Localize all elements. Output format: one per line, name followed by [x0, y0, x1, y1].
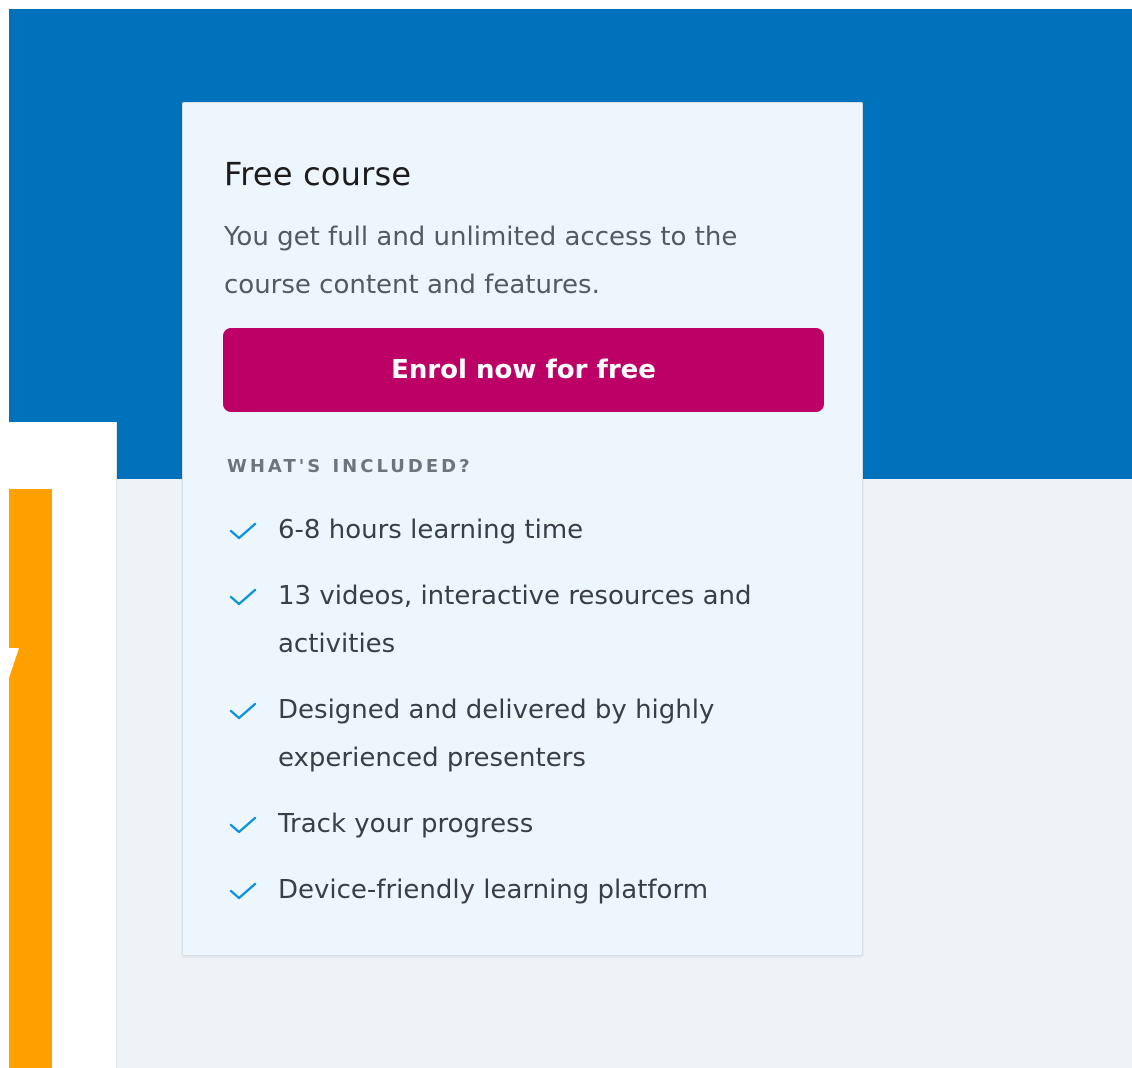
feature-text: 6-8 hours learning time — [278, 515, 584, 545]
page: Free course You get full and unlimited a… — [0, 0, 1132, 1068]
course-image-notch — [9, 648, 19, 678]
feature-item: Track your progress — [223, 800, 823, 848]
check-icon — [229, 816, 257, 834]
card-title: Free course — [224, 155, 412, 193]
feature-item: Device-friendly learning platform — [223, 866, 823, 914]
feature-text: 13 videos, interactive resources and act… — [278, 581, 752, 659]
check-icon — [229, 522, 257, 540]
feature-text: Track your progress — [278, 809, 534, 839]
feature-text: Device-friendly learning platform — [278, 875, 709, 905]
feature-list: 6-8 hours learning time 13 videos, inter… — [223, 506, 823, 932]
enrol-button[interactable]: Enrol now for free — [223, 328, 824, 412]
feature-item: Designed and delivered by highly experie… — [223, 686, 823, 782]
free-course-card: Free course You get full and unlimited a… — [182, 102, 863, 956]
check-icon — [229, 702, 257, 720]
course-image-accent — [9, 489, 52, 1068]
card-description: You get full and unlimited access to the… — [224, 222, 738, 300]
check-icon — [229, 588, 257, 606]
feature-text: Designed and delivered by highly experie… — [278, 695, 715, 773]
check-icon — [229, 882, 257, 900]
included-heading: WHAT'S INCLUDED? — [227, 456, 473, 477]
feature-item: 13 videos, interactive resources and act… — [223, 572, 823, 668]
feature-item: 6-8 hours learning time — [223, 506, 823, 554]
